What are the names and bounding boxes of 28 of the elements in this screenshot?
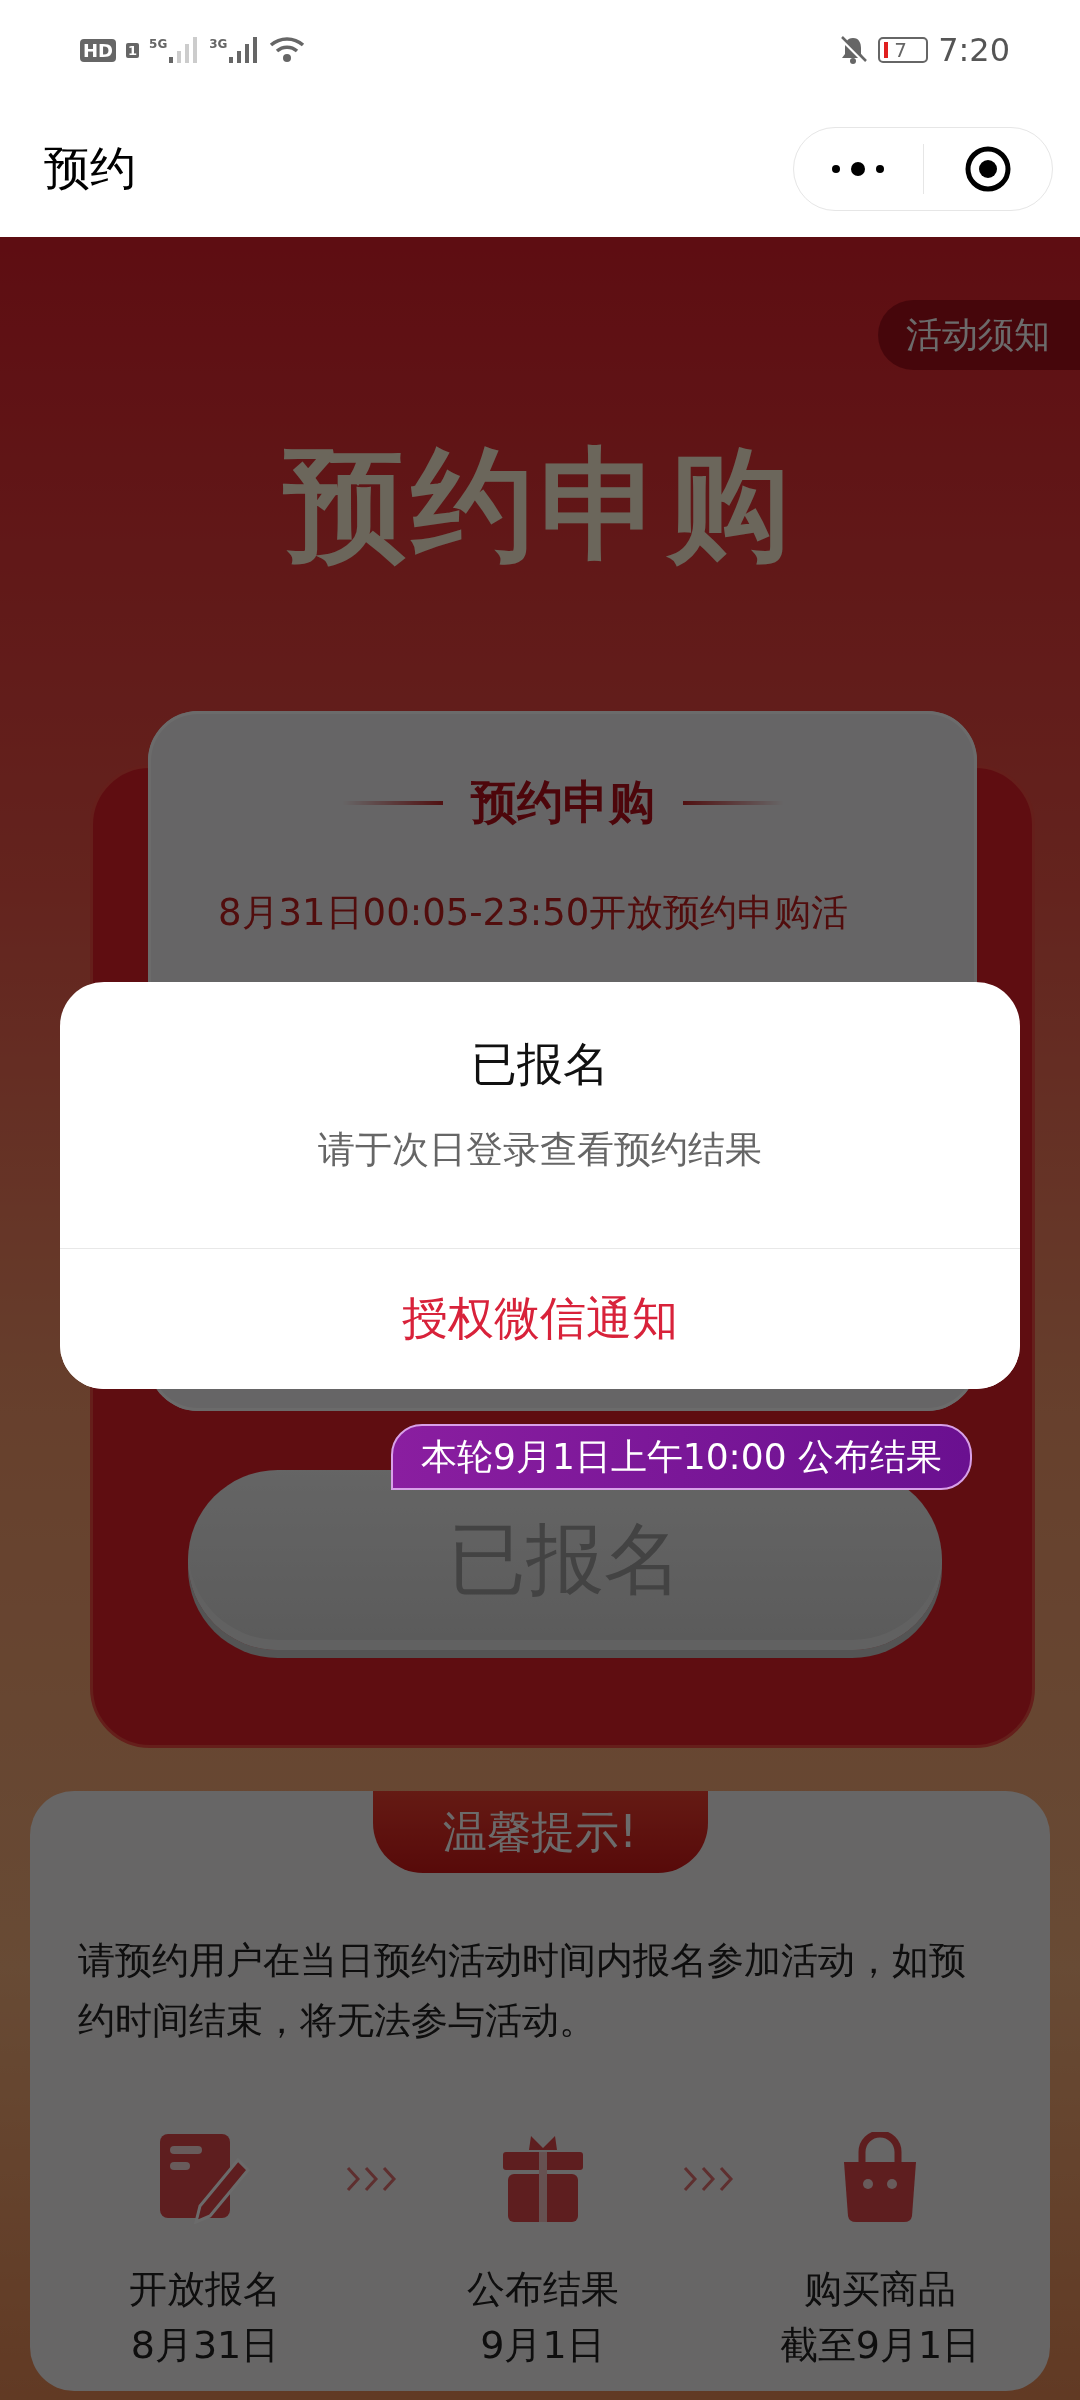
page-title: 预约 [44, 139, 136, 197]
clock-time: 7:20 [938, 31, 1010, 69]
dialog-title: 已报名 [470, 1036, 610, 1093]
hd-label: HD [80, 38, 116, 62]
target-icon [963, 144, 1012, 193]
step-label: 公布结果 [466, 2266, 619, 2313]
bell-muted-icon [838, 35, 869, 65]
rules-tag[interactable]: 活动须知 [878, 300, 1080, 370]
step-date: 9月1日 [480, 2322, 605, 2369]
schedule-text: 8月31日00:05-23:50开放预约申购活 [218, 890, 850, 936]
card-title: 预约申购 [470, 774, 655, 831]
signal-icon [169, 37, 200, 63]
dialog-message: 请于次日登录查看预约结果 [317, 1127, 763, 1173]
step-date: 截至9月1日 [779, 2322, 981, 2369]
step-label: 开放报名 [129, 2266, 281, 2313]
signal-icon [229, 37, 260, 63]
battery-icon: 7 [878, 37, 929, 63]
result-badge: 本轮9月1日上午10:00 公布结果 [391, 1424, 972, 1490]
step-label: 购买商品 [804, 2266, 956, 2313]
network-label: 5G [149, 37, 168, 51]
wifi-icon [269, 36, 306, 64]
step-date: 8月31日 [130, 2322, 280, 2369]
sim-label: 1 [126, 42, 140, 58]
hero-title: 预约申购 [282, 433, 797, 578]
tips-title: 温馨提示! [372, 1791, 708, 1873]
network-label: 3G [209, 37, 228, 51]
more-icon [831, 160, 886, 177]
tips-text: 请预约用户在当日预约活动时间内报名参加活动，如预约时间结束，将无法参与活动。 [78, 1938, 967, 2044]
